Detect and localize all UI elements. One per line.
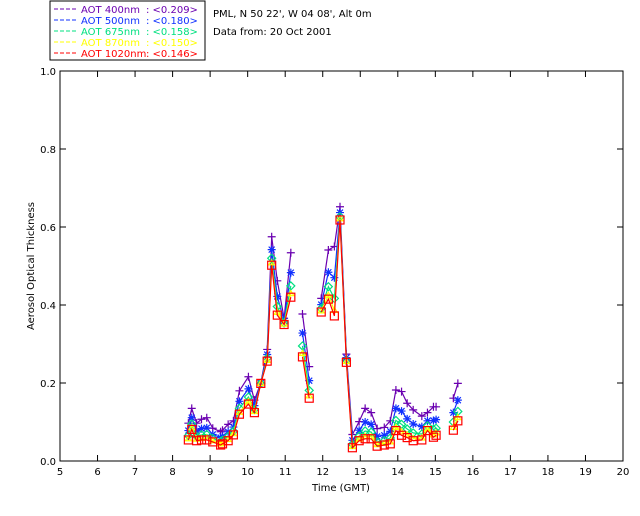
x-tick-label: 10 bbox=[241, 467, 254, 478]
data-point bbox=[235, 386, 244, 395]
data-point bbox=[267, 245, 276, 254]
y-tick-label: 0.2 bbox=[40, 379, 56, 390]
y-tick-label: 0.4 bbox=[40, 301, 56, 312]
legend-mean: : <0.180> bbox=[146, 16, 198, 27]
legend-mean: : <0.150> bbox=[146, 38, 198, 49]
x-tick-label: 7 bbox=[132, 467, 138, 478]
x-tick-label: 18 bbox=[542, 467, 555, 478]
series-line bbox=[187, 212, 459, 443]
y-tick-label: 0.8 bbox=[40, 145, 56, 156]
data-point bbox=[244, 372, 253, 381]
legend-label: AOT 870nm bbox=[81, 38, 140, 49]
data-point bbox=[453, 379, 462, 388]
data-point bbox=[453, 396, 462, 405]
x-tick-label: 9 bbox=[207, 467, 213, 478]
data-point bbox=[367, 408, 376, 417]
legend: AOT 400nm : <0.209> AOT 500nm : <0.180> AOT … bbox=[49, 0, 206, 61]
x-tick-label: 13 bbox=[354, 467, 367, 478]
x-tick-label: 12 bbox=[316, 467, 329, 478]
data-point bbox=[298, 309, 307, 318]
legend-mean: : <0.209> bbox=[146, 5, 198, 16]
data-point bbox=[298, 329, 307, 338]
data-point bbox=[391, 386, 400, 395]
data-point bbox=[397, 407, 406, 416]
x-tick-label: 15 bbox=[429, 467, 442, 478]
x-axis-label: Time (GMT) bbox=[311, 483, 370, 494]
data-point bbox=[286, 248, 295, 257]
series-1 bbox=[184, 208, 462, 445]
data-point bbox=[244, 384, 253, 393]
x-tick-label: 5 bbox=[57, 467, 63, 478]
data-point bbox=[187, 404, 196, 413]
date-info: Data from: 20 Oct 2001 bbox=[213, 27, 332, 38]
aot-chart: AOT 400nm : <0.209> AOT 500nm : <0.180> AOT … bbox=[26, 0, 630, 494]
y-tick-label: 1.0 bbox=[40, 67, 56, 78]
series-line bbox=[187, 206, 459, 437]
x-tick-label: 17 bbox=[504, 467, 517, 478]
series-0 bbox=[184, 202, 462, 439]
data-point bbox=[324, 246, 333, 255]
data-point bbox=[409, 419, 418, 428]
legend-mean: : <0.158> bbox=[146, 27, 198, 38]
series-2 bbox=[183, 212, 463, 450]
y-tick-label: 0.6 bbox=[40, 223, 56, 234]
y-tick-label: 0.0 bbox=[40, 457, 56, 468]
data-point bbox=[432, 415, 441, 424]
x-tick-label: 20 bbox=[617, 467, 630, 478]
legend-label: AOT 400nm bbox=[81, 5, 140, 16]
data-point bbox=[202, 413, 211, 422]
x-tick-label: 6 bbox=[94, 467, 100, 478]
x-tick-label: 19 bbox=[579, 467, 592, 478]
data-point bbox=[267, 232, 276, 241]
x-tick-label: 8 bbox=[169, 467, 175, 478]
x-tick-label: 14 bbox=[391, 467, 404, 478]
legend-label: AOT 500nm bbox=[81, 16, 140, 27]
data-point bbox=[417, 412, 426, 421]
data-point bbox=[367, 420, 376, 429]
data-point bbox=[286, 268, 295, 277]
series-line bbox=[187, 216, 459, 446]
legend-label: AOT 675nm bbox=[81, 27, 140, 38]
y-axis-label: Aerosol Optical Thickness bbox=[26, 202, 37, 330]
series-3 bbox=[184, 214, 462, 450]
site-info: PML, N 50 22', W 04 08', Alt 0m bbox=[213, 9, 372, 20]
x-tick-label: 11 bbox=[279, 467, 292, 478]
data-point bbox=[403, 414, 412, 423]
legend-mean: : <0.146> bbox=[146, 49, 198, 60]
legend-label: AOT 1020nm bbox=[81, 49, 146, 60]
x-tick-label: 16 bbox=[466, 467, 479, 478]
data-point bbox=[361, 404, 370, 413]
chart-figure: AOT 400nm : <0.209> AOT 500nm : <0.180> AOT … bbox=[0, 0, 640, 512]
data-point bbox=[397, 387, 406, 396]
